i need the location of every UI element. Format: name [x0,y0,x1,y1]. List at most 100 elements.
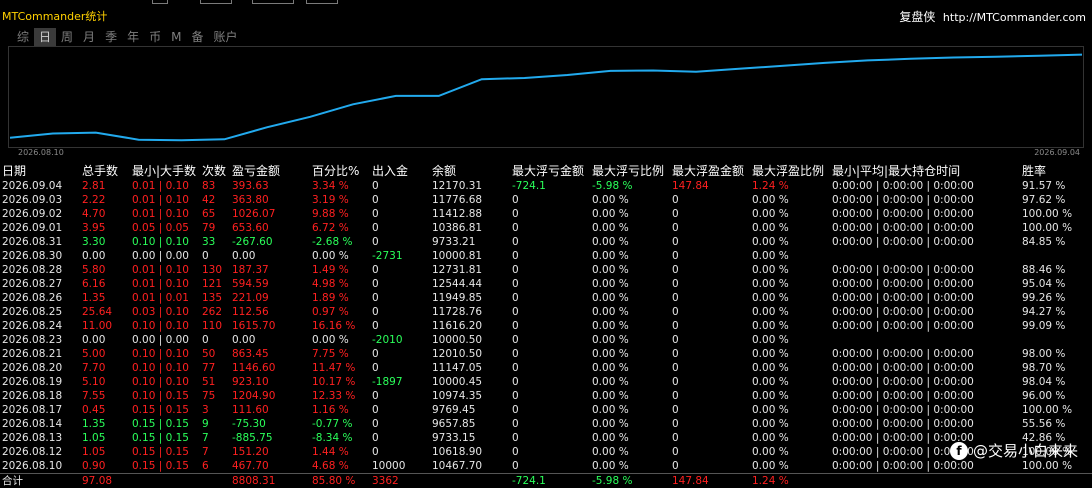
table-row[interactable]: 2026.08.285.800.01 | 0.10130187.371.49 %… [0,263,1092,277]
table-cell: 0.90 [80,459,130,474]
table-row[interactable]: 2026.08.170.450.15 | 0.153111.601.16 %09… [0,403,1092,417]
table-cell: 121 [200,277,230,291]
table-cell: 0.00 % [590,291,670,305]
table-cell: 135 [200,291,230,305]
table-cell [1020,249,1092,263]
table-cell: 0.00 | 0.00 [130,249,200,263]
table-cell: 1.16 % [310,403,370,417]
table-cell: -2.68 % [310,235,370,249]
table-row[interactable]: 2026.09.042.810.01 | 0.1083393.633.34 %0… [0,179,1092,193]
table-row[interactable]: 2026.09.024.700.01 | 0.10651026.079.88 %… [0,207,1092,221]
strip-segment [152,0,168,4]
tab-7[interactable]: M [166,28,186,46]
table-row[interactable]: 2026.08.300.000.00 | 0.0000.000.00 %-273… [0,249,1092,263]
table-cell: 0.01 | 0.10 [130,263,200,277]
table-cell: 0 [510,333,590,347]
table-cell: 11616.20 [430,319,510,333]
tab-3[interactable]: 月 [78,28,100,46]
table-cell: 0.00 % [750,403,830,417]
tab-2[interactable]: 周 [56,28,78,46]
table-row[interactable]: 2026.08.100.900.15 | 0.156467.704.68 %10… [0,459,1092,474]
table-cell: 9657.85 [430,417,510,431]
table-cell: 11949.85 [430,291,510,305]
table-cell: 79 [200,221,230,235]
table-cell: 84.85 % [1020,235,1092,249]
table-cell: 11412.88 [430,207,510,221]
table-cell: 0 [510,431,590,445]
table-cell: 0.01 | 0.10 [130,193,200,207]
table-cell [830,333,1020,347]
summary-cell [830,474,1020,488]
table-cell [1020,333,1092,347]
table-row[interactable]: 2026.08.121.050.15 | 0.157151.201.44 %01… [0,445,1092,459]
table-cell: 0 [510,291,590,305]
table-cell: 0:00:00 | 0:00:00 | 0:00:00 [830,221,1020,235]
table-cell: -5.98 % [590,179,670,193]
table-cell: 0.00 % [750,333,830,347]
table-cell: -75.30 [230,417,310,431]
table-cell: 0 [200,333,230,347]
table-cell: 2026.08.30 [0,249,80,263]
table-cell: 0.10 | 0.10 [130,375,200,389]
table-row[interactable]: 2026.09.013.950.05 | 0.0579653.606.72 %0… [0,221,1092,235]
site-url[interactable]: http://MTCommander.com [943,11,1086,24]
tab-6[interactable]: 币 [144,28,166,46]
table-cell: 0.00 % [590,235,670,249]
table-row[interactable]: 2026.08.313.300.10 | 0.1033-267.60-2.68 … [0,235,1092,249]
table-cell: 653.60 [230,221,310,235]
tab-5[interactable]: 年 [122,28,144,46]
table-cell: 11147.05 [430,361,510,375]
table-cell: 95.04 % [1020,277,1092,291]
table-cell: 2026.08.28 [0,263,80,277]
tab-1[interactable]: 日 [34,28,56,46]
top-scroll-strip [0,0,1092,4]
tab-4[interactable]: 季 [100,28,122,46]
table-cell: 11728.76 [430,305,510,319]
header-bar: MTCommander统计 复盘侠 http://MTCommander.com [0,6,1092,26]
table-row[interactable]: 2026.08.187.550.10 | 0.15751204.9012.33 … [0,389,1092,403]
table-row[interactable]: 2026.08.131.050.15 | 0.157-885.75-8.34 %… [0,431,1092,445]
table-cell: 0.05 | 0.05 [130,221,200,235]
table-row[interactable]: 2026.08.2525.640.03 | 0.10262112.560.97 … [0,305,1092,319]
table-row[interactable]: 2026.08.261.350.01 | 0.01135221.091.89 %… [0,291,1092,305]
table-row[interactable]: 2026.08.276.160.01 | 0.10121594.594.98 %… [0,277,1092,291]
table-cell: 2026.08.27 [0,277,80,291]
table-cell: 10000 [370,459,430,474]
tab-0[interactable]: 综 [12,28,34,46]
table-cell: 0 [370,417,430,431]
table-cell: 0:00:00 | 0:00:00 | 0:00:00 [830,361,1020,375]
table-cell: 0.00 % [590,249,670,263]
table-cell: 0 [670,417,750,431]
table-row[interactable]: 2026.08.195.100.10 | 0.1051923.1010.17 %… [0,375,1092,389]
table-cell: 0.97 % [310,305,370,319]
table-cell: 99.09 % [1020,319,1092,333]
column-header: 余额 [430,162,510,179]
table-cell: 0 [510,319,590,333]
table-row[interactable]: 2026.08.230.000.00 | 0.0000.000.00 %-201… [0,333,1092,347]
table-cell: 0:00:00 | 0:00:00 | 0:00:00 [830,305,1020,319]
table-cell: 0.00 | 0.00 [130,333,200,347]
table-row[interactable]: 2026.08.2411.000.10 | 0.101101615.7016.1… [0,319,1092,333]
table-cell: 0 [670,375,750,389]
tab-8[interactable]: 备 [186,28,208,46]
table-cell: 1.49 % [310,263,370,277]
column-header: 最大浮亏金额 [510,162,590,179]
table-cell: 2026.08.17 [0,403,80,417]
table-cell: 0.00 % [750,305,830,319]
site-link[interactable]: 复盘侠 http://MTCommander.com [899,8,1086,25]
table-cell: 0:00:00 | 0:00:00 | 0:00:00 [830,389,1020,403]
table-row[interactable]: 2026.09.032.220.01 | 0.1042363.803.19 %0… [0,193,1092,207]
summary-cell [1020,474,1092,488]
table-row[interactable]: 2026.08.141.350.15 | 0.159-75.30-0.77 %0… [0,417,1092,431]
summary-cell: -724.1 [510,474,590,488]
table-header-row: 日期总手数最小|大手数次数盈亏金额百分比%出入金余额最大浮亏金额最大浮亏比例最大… [0,162,1092,179]
table-cell: 0 [510,361,590,375]
table-cell: 0 [670,319,750,333]
table-cell: -8.34 % [310,431,370,445]
table-row[interactable]: 2026.08.207.700.10 | 0.10771146.6011.47 … [0,361,1092,375]
table-cell: 0:00:00 | 0:00:00 | 0:00:00 [830,277,1020,291]
tab-9[interactable]: 账户 [208,28,242,46]
table-cell: 0 [670,445,750,459]
table-cell: 0.00 % [590,319,670,333]
table-row[interactable]: 2026.08.215.000.10 | 0.1050863.457.75 %0… [0,347,1092,361]
